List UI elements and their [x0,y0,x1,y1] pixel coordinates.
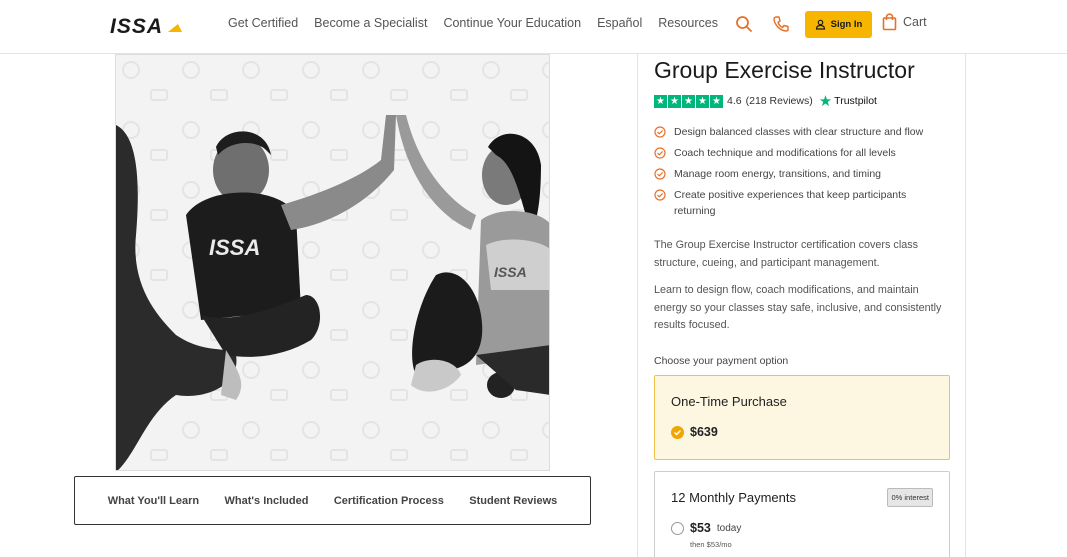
rating-value: 4.6 [727,95,742,107]
logo-accent [168,24,182,32]
trustpilot-star-icon: ★ [818,93,833,110]
shirt-text-right: ISSA [494,264,527,280]
benefit-text: Manage room energy, transitions, and tim… [674,168,881,180]
list-item: Manage room energy, transitions, and tim… [654,166,944,182]
check-circle-icon [654,189,666,201]
nav-get-certified[interactable]: Get Certified [228,16,298,30]
payment-option-monthly[interactable]: 12 Monthly Payments 0% interest $53 toda… [654,471,950,557]
star-icon: ★ [682,94,695,108]
benefit-text: Design balanced classes with clear struc… [674,126,924,138]
nav-espanol[interactable]: Español [597,16,642,30]
list-item: Create positive experiences that keep pa… [654,187,944,219]
option-name: 12 Monthly Payments [671,490,797,505]
radio-checked-icon[interactable] [671,425,684,439]
star-icon: ★ [696,94,709,108]
option-price: $53 [690,521,711,535]
nav-continue-education[interactable]: Continue Your Education [443,16,581,30]
trustpilot-stars: ★ ★ ★ ★ ★ [654,94,723,108]
tab-what-youll-learn[interactable]: What You'll Learn [108,495,199,507]
option-name: One-Time Purchase [671,394,787,409]
cart-button[interactable]: Cart [882,13,927,31]
benefit-text: Coach technique and modifications for al… [674,147,896,159]
tab-whats-included[interactable]: What's Included [225,495,309,507]
tab-student-reviews[interactable]: Student Reviews [469,495,557,507]
hero-image: ISSA ISSA [115,54,550,471]
option-price-row: $53 today [671,521,741,535]
check-circle-icon [654,126,666,138]
payment-option-label: Choose your payment option [654,355,789,367]
description-paragraph-2: Learn to design flow, coach modification… [654,284,942,331]
issa-logo[interactable]: ISSA [110,14,186,38]
option-price-row: $639 [671,425,718,439]
benefits-list: Design balanced classes with clear struc… [654,124,944,224]
star-icon: ★ [710,94,723,108]
user-icon [815,19,825,30]
benefit-text: Create positive experiences that keep pa… [674,189,907,217]
rating-row[interactable]: ★ ★ ★ ★ ★ 4.6 (218 Reviews) ★ Trustpilot [654,92,877,110]
site-header: ISSA Get Certified Become a Specialist Con… [0,0,1067,54]
rating-count: (218 Reviews) [745,95,813,107]
search-icon[interactable] [735,15,753,33]
sign-in-label: Sign In [830,19,863,30]
section-tabs: What You'll Learn What's Included Certif… [74,476,591,525]
option-note: then $53/mo [690,540,732,549]
radio-unchecked-icon[interactable] [671,521,684,535]
cart-label: Cart [903,15,927,29]
hero-illustration: ISSA ISSA [116,55,549,470]
option-price-suffix: today [716,522,742,534]
option-price: $639 [690,425,718,439]
payment-option-one-time[interactable]: One-Time Purchase $639 [654,375,950,460]
check-circle-icon [654,168,666,180]
phone-icon[interactable] [772,15,790,33]
check-circle-icon [654,147,666,159]
main-nav: Get Certified Become a Specialist Continue… [228,16,734,30]
star-icon: ★ [668,94,681,108]
page-title: Group Exercise Instructor [654,57,915,83]
trustpilot-logo: ★ Trustpilot [819,92,877,110]
star-icon: ★ [654,94,667,108]
description-paragraph-1: The Group Exercise Instructor certificat… [654,239,919,269]
shirt-text-left: ISSA [209,235,260,260]
sign-in-button[interactable]: Sign In [805,11,872,38]
nav-resources[interactable]: Resources [658,16,718,30]
trustpilot-label: Trustpilot [834,95,877,107]
logo-text: ISSA [110,15,163,38]
interest-badge: 0% interest [887,488,933,507]
shopping-bag-icon [882,13,897,31]
list-item: Coach technique and modifications for al… [654,145,944,161]
list-item: Design balanced classes with clear struc… [654,124,944,140]
nav-become-a-specialist[interactable]: Become a Specialist [314,16,427,30]
tab-certification-process[interactable]: Certification Process [334,495,444,507]
